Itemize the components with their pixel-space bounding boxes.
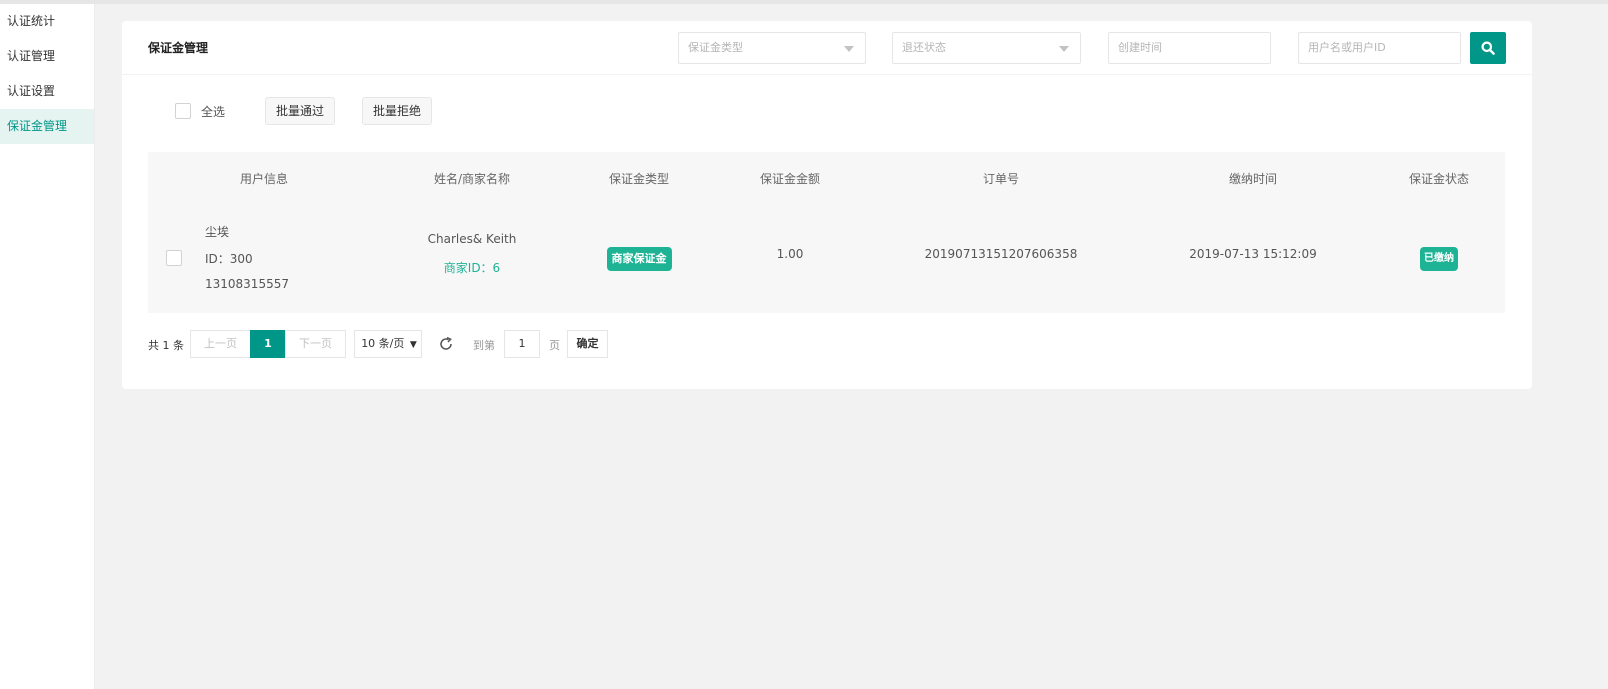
batch-actions: 全选 批量通过 批量拒绝 [175,97,575,125]
paid-time-cell: 2019-07-13 15:12:09 [1189,247,1317,261]
deposit-type-select[interactable]: 保证金类型 [678,32,866,64]
main-card: 保证金管理 保证金类型 退还状态 创建时间 用户名或用户ID 全选 批量通过 批… [122,21,1532,389]
prev-page-button[interactable]: 上一页 [190,330,251,358]
table-row: 尘埃 ID：300 13108315557 Charles& Keith 商家I… [148,206,1505,313]
deposit-table: 用户信息 姓名/商家名称 保证金类型 保证金金额 订单号 缴纳时间 保证金状态 … [148,152,1505,313]
page-size-value: 10 条/页 [361,337,405,350]
search-button[interactable] [1470,32,1506,64]
next-page-button[interactable]: 下一页 [285,330,346,358]
select-all-checkbox[interactable] [175,103,191,119]
created-time-input[interactable]: 创建时间 [1108,32,1271,64]
column-header-amount: 保证金金额 [759,172,820,186]
pagination-total: 共 1 条 [148,339,184,352]
column-header-status: 保证金状态 [1408,172,1469,186]
column-header-deposit-type: 保证金类型 [608,172,669,186]
deposit-type-placeholder: 保证金类型 [688,41,743,54]
user-id: ID：300 [205,252,253,266]
created-time-placeholder: 创建时间 [1118,41,1162,54]
sidebar-item-deposit-manage[interactable]: 保证金管理 [0,109,94,144]
sidebar: 认证统计 认证管理 认证设置 保证金管理 [0,4,95,689]
merchant-name: Charles& Keith [427,232,517,246]
refund-status-select[interactable]: 退还状态 [892,32,1081,64]
refresh-icon[interactable] [438,336,454,352]
caret-down-icon: ▼ [409,340,417,350]
deposit-type-badge: 商家保证金 [606,247,672,271]
column-header-user-info: 用户信息 [239,172,288,186]
batch-reject-button[interactable]: 批量拒绝 [362,97,433,125]
row-checkbox[interactable] [166,250,182,266]
card-header: 保证金管理 保证金类型 退还状态 创建时间 用户名或用户ID [122,21,1532,75]
amount-cell: 1.00 [776,247,804,261]
column-header-name: 姓名/商家名称 [433,172,511,186]
chevron-down-icon [1059,46,1069,52]
status-cell: 已缴纳 [1389,247,1489,271]
refund-status-placeholder: 退还状态 [902,41,946,54]
page-unit-label: 页 [549,339,560,352]
page-size-select[interactable]: 10 条/页 ▼ [354,330,422,358]
column-header-order-no: 订单号 [982,172,1019,186]
top-border [0,0,1608,4]
column-header-paid-time: 缴纳时间 [1228,172,1277,186]
user-phone: 13108315557 [205,277,289,291]
user-name: 尘埃 [205,225,230,239]
search-icon [1481,41,1495,55]
user-search-placeholder: 用户名或用户ID [1308,41,1386,54]
sidebar-item-auth-settings[interactable]: 认证设置 [0,74,94,109]
deposit-type-cell: 商家保证金 [589,247,689,271]
page-title: 保证金管理 [148,41,209,55]
goto-confirm-button[interactable]: 确定 [567,330,608,358]
goto-page-input[interactable]: 1 [504,330,540,358]
goto-label: 到第 [473,339,495,352]
select-all-label: 全选 [201,105,226,119]
sidebar-item-auth-stats[interactable]: 认证统计 [0,4,94,39]
chevron-down-icon [844,46,854,52]
pagination: 共 1 条 上一页 1 下一页 10 条/页 ▼ 到第 1 页 确定 [148,330,668,358]
merchant-id-link[interactable]: 商家ID：6 [402,259,542,276]
batch-approve-button[interactable]: 批量通过 [265,97,336,125]
status-badge: 已缴纳 [1420,247,1458,271]
user-search-input[interactable]: 用户名或用户ID [1298,32,1461,64]
page-1-button[interactable]: 1 [250,330,286,358]
sidebar-item-auth-manage[interactable]: 认证管理 [0,39,94,74]
order-no-cell: 20190713151207606358 [924,247,1078,261]
